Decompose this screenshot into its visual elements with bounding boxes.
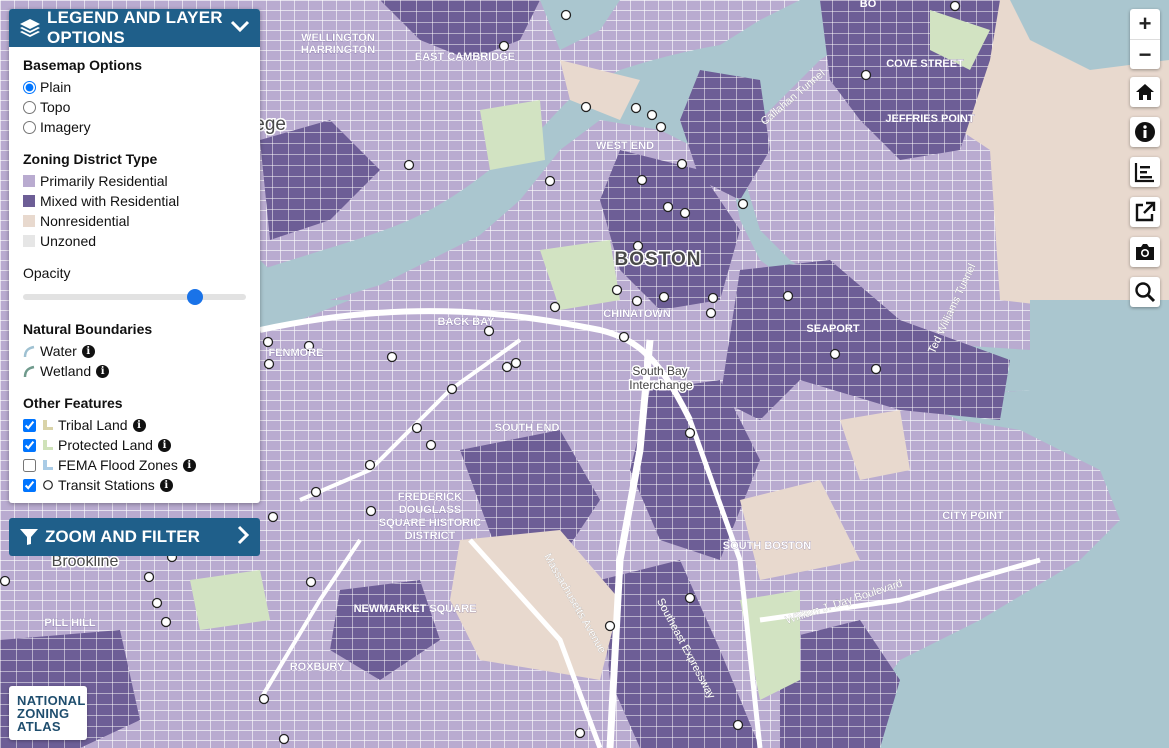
chart-icon: [1134, 161, 1156, 183]
zoom-filter-title: Zoom and Filter: [45, 527, 200, 546]
basemap-title: Basemap Options: [23, 57, 143, 73]
filter-icon: [19, 528, 39, 546]
natural-item-wetland: Wetland i: [23, 361, 246, 381]
other-features-title: Other Features: [23, 395, 123, 411]
label-boston: BOSTON: [615, 249, 702, 270]
info-icon[interactable]: i: [96, 364, 110, 378]
zoom-control: + −: [1130, 9, 1160, 69]
info-icon[interactable]: i: [159, 478, 173, 492]
label-chinatown: CHINATOWN: [603, 308, 670, 320]
feature-protected-land[interactable]: Protected Land i: [23, 435, 246, 455]
search-button[interactable]: [1130, 277, 1160, 307]
wetland-line-icon: [23, 364, 35, 378]
swatch-primarily-residential: [23, 175, 35, 187]
basemap-option-topo[interactable]: Topo: [23, 97, 246, 117]
basemap-radio-topo[interactable]: [23, 100, 36, 114]
label-bo: BO: [860, 0, 877, 10]
label-cove-street: COVE STREET: [886, 58, 964, 70]
feature-tribal-land[interactable]: Tribal Land i: [23, 415, 246, 435]
screenshot-button[interactable]: [1130, 237, 1160, 267]
tribal-land-checkbox[interactable]: [23, 418, 36, 432]
chevron-right-icon[interactable]: [236, 525, 250, 550]
feature-transit-stations[interactable]: Transit Stations i: [23, 475, 246, 495]
basemap-radio-imagery[interactable]: [23, 120, 36, 134]
water-line-icon: [23, 344, 35, 358]
label-roxbury: ROXBURY: [290, 661, 345, 673]
chart-button[interactable]: [1130, 157, 1160, 187]
natural-boundaries-title: Natural Boundaries: [23, 321, 153, 337]
label-south-bay: South Bay: [632, 364, 687, 378]
opacity-slider-thumb[interactable]: [186, 289, 203, 305]
label-south-end: SOUTH END: [495, 422, 560, 434]
fema-flood-icon: [42, 459, 54, 471]
protected-land-checkbox[interactable]: [23, 438, 36, 452]
basemap-option-imagery[interactable]: Imagery: [23, 117, 246, 137]
label-jeffries-point: JEFFRIES POINT: [885, 113, 975, 125]
chevron-down-icon[interactable]: [230, 18, 250, 38]
zoom-filter-panel[interactable]: Zoom and Filter: [9, 518, 260, 556]
label-back-bay: BACK BAY: [437, 316, 495, 328]
swatch-nonresidential: [23, 215, 35, 227]
info-icon[interactable]: i: [157, 438, 171, 452]
swatch-mixed-residential: [23, 195, 35, 207]
fema-flood-checkbox[interactable]: [23, 458, 36, 472]
opacity-slider[interactable]: [23, 285, 246, 307]
share-icon: [1134, 201, 1156, 223]
label-square-historic: SQUARE HISTORIC: [379, 517, 482, 529]
label-west-end: WEST END: [596, 140, 654, 152]
zoning-item-nonresidential: Nonresidential: [23, 211, 246, 231]
label-frederick: FREDERICK: [398, 491, 462, 503]
home-button[interactable]: [1130, 77, 1160, 107]
basemap-option-plain[interactable]: Plain: [23, 77, 246, 97]
tribal-land-icon: [42, 419, 54, 431]
label-wellington: WELLINGTON: [301, 32, 375, 44]
info-button[interactable]: [1130, 117, 1160, 147]
opacity-slider-track[interactable]: [23, 294, 246, 300]
label-newmarket: NEWMARKET SQUARE: [354, 603, 477, 615]
zoom-in-button[interactable]: +: [1130, 9, 1160, 40]
label-interchange: Interchange: [629, 378, 693, 392]
info-icon[interactable]: i: [132, 418, 146, 432]
label-harrington: HARRINGTON: [301, 44, 375, 56]
basemap-radio-plain[interactable]: [23, 80, 36, 94]
zoning-type-title: Zoning District Type: [23, 151, 158, 167]
zoning-item-unzoned: Unzoned: [23, 231, 246, 251]
zoning-item-mixed-residential: Mixed with Residential: [23, 191, 246, 211]
zoom-out-button[interactable]: −: [1130, 40, 1160, 70]
label-pill-hill: PILL HILL: [44, 617, 95, 629]
legend-panel: Legend and Layer Options Basemap Options…: [9, 8, 260, 503]
national-zoning-atlas-logo[interactable]: NATIONAL ZONING ATLAS: [9, 686, 87, 740]
label-district: DISTRICT: [405, 530, 456, 542]
info-icon[interactable]: i: [81, 344, 95, 358]
share-button[interactable]: [1130, 197, 1160, 227]
label-east-cambridge: EAST CAMBRIDGE: [415, 51, 515, 63]
label-seaport: SEAPORT: [806, 323, 859, 335]
legend-panel-title: Legend and Layer Options: [47, 8, 223, 47]
opacity-label: Opacity: [23, 265, 71, 281]
label-city-point: CITY POINT: [942, 510, 1004, 522]
label-fenmore: FENMORE: [269, 347, 324, 359]
transit-stations-checkbox[interactable]: [23, 478, 36, 492]
feature-fema-flood-zones[interactable]: FEMA Flood Zones i: [23, 455, 246, 475]
protected-land-icon: [42, 439, 54, 451]
zoning-item-primarily-residential: Primarily Residential: [23, 171, 246, 191]
info-icon: [1134, 121, 1156, 143]
swatch-unzoned: [23, 235, 35, 247]
legend-panel-header[interactable]: Legend and Layer Options: [9, 8, 260, 47]
camera-icon: [1134, 242, 1156, 262]
transit-station-icon: [42, 479, 54, 491]
label-south-boston: SOUTH BOSTON: [723, 540, 811, 552]
info-icon[interactable]: i: [182, 458, 196, 472]
layers-icon: [19, 17, 41, 39]
natural-item-water: Water i: [23, 341, 246, 361]
search-icon: [1134, 281, 1156, 303]
label-douglass: DOUGLASS: [399, 504, 461, 516]
home-icon: [1135, 82, 1155, 102]
